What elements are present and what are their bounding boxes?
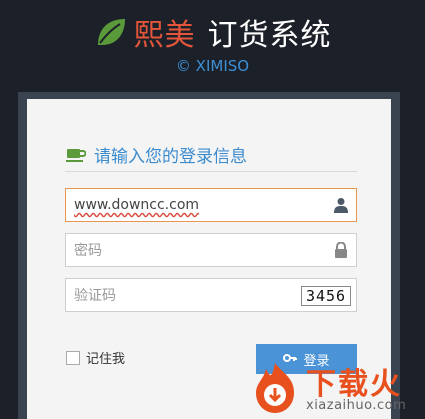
brand-name: 熙美 bbox=[133, 18, 196, 53]
cup-icon bbox=[66, 148, 86, 162]
brand-row: 熙美 订货系统 bbox=[0, 10, 425, 54]
captcha-field[interactable]: 验证码 3456 bbox=[65, 278, 357, 312]
leaf-icon bbox=[97, 19, 125, 45]
title-divider bbox=[65, 171, 357, 172]
captcha-placeholder: 验证码 bbox=[74, 288, 116, 304]
remember-checkbox[interactable] bbox=[66, 350, 80, 365]
system-name: 订货系统 bbox=[207, 18, 332, 53]
remember-me[interactable]: 记住我 bbox=[66, 348, 125, 367]
password-placeholder: 密码 bbox=[74, 243, 102, 259]
login-title-text: 请输入您的登录信息 bbox=[94, 147, 247, 167]
login-title: 请输入您的登录信息 bbox=[66, 142, 366, 167]
copyright-text: © XIMISO bbox=[175, 57, 250, 75]
header: 熙美 订货系统 © XIMISO bbox=[0, 0, 425, 90]
remember-label: 记住我 bbox=[86, 352, 126, 367]
watermark-title: 下载火 bbox=[306, 367, 402, 402]
user-icon bbox=[334, 198, 348, 213]
password-field[interactable]: 密码 bbox=[65, 233, 357, 267]
lock-icon bbox=[335, 242, 347, 258]
watermark-subtitle: xiazaihuo.com bbox=[306, 398, 407, 413]
watermark: 下载火 xiazaihuo.com bbox=[244, 357, 425, 419]
flame-logo-icon bbox=[256, 363, 294, 413]
captcha-image[interactable]: 3456 bbox=[301, 286, 351, 306]
username-field[interactable]: www.downcc.com bbox=[65, 188, 357, 222]
username-value: www.downcc.com bbox=[74, 197, 200, 213]
